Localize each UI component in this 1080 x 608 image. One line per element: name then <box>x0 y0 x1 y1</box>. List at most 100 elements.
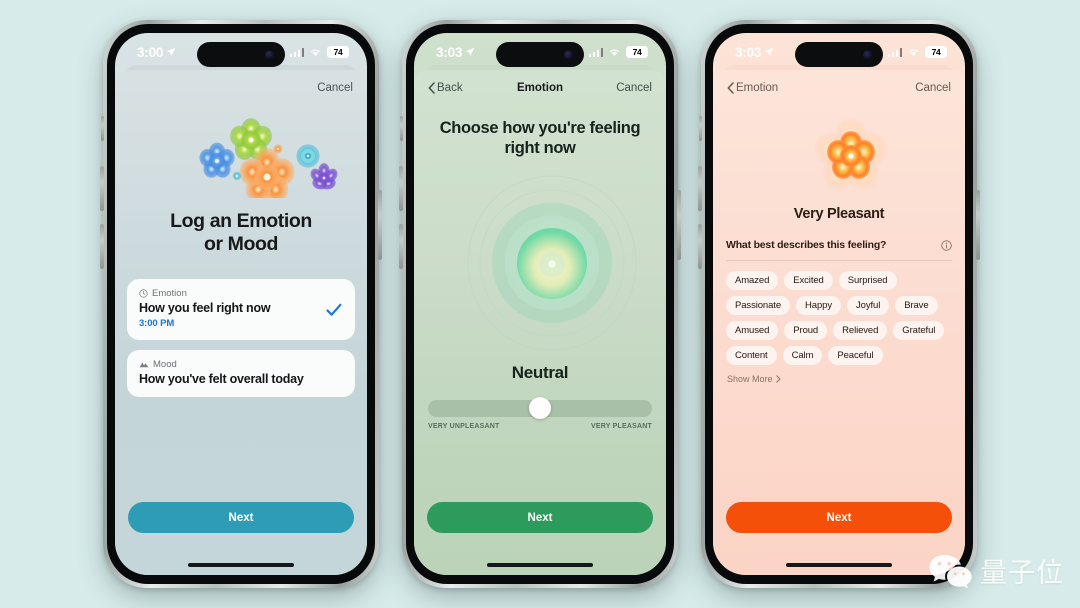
status-bar-time: 3:00 <box>137 44 164 60</box>
card-title: How you've felt overall today <box>139 372 304 386</box>
prompt-line1: Choose how you're feeling <box>439 119 641 137</box>
modal-sheet: Back Emotion Cancel Choose how you're fe… <box>414 70 666 575</box>
card-label-text: Emotion <box>152 288 187 299</box>
back-button-label: Back <box>437 82 463 94</box>
card-label-row: Emotion <box>139 288 343 299</box>
back-button[interactable]: Back <box>428 82 463 94</box>
flower-svg <box>814 117 888 191</box>
mood-value-label: Neutral <box>511 362 569 382</box>
cellular-signal-icon <box>588 47 603 57</box>
chevron-left-icon <box>428 82 435 94</box>
wifi-icon <box>909 49 918 56</box>
page-title-line1: Log an Emotion <box>170 210 312 232</box>
front-camera <box>265 50 274 59</box>
power-button[interactable] <box>378 190 382 260</box>
chevron-left-icon <box>727 82 734 94</box>
home-indicator[interactable] <box>188 562 294 567</box>
phone-bezel: 3:03 74 <box>705 24 973 584</box>
page-title-line2: or Mood <box>203 233 279 255</box>
status-bar-indicators: 74 <box>289 46 349 58</box>
volume-down-button[interactable] <box>100 224 104 269</box>
show-more-button[interactable]: Show More <box>727 374 965 384</box>
emotion-chip[interactable]: Content <box>726 346 777 365</box>
clock-icon <box>139 289 148 298</box>
back-button[interactable]: Emotion <box>727 82 778 94</box>
list-item-emotion[interactable]: Emotion How you feel right now 3:00 PM <box>127 279 355 340</box>
chevron-right-icon <box>775 375 781 383</box>
wifi-icon <box>311 49 320 56</box>
watermark: 量子位 <box>927 551 1064 590</box>
silent-switch[interactable] <box>699 116 702 141</box>
emotion-flower-cluster-illustration <box>115 114 367 204</box>
sheet-navbar: Emotion Cancel <box>713 70 965 106</box>
watermark-text: 量子位 <box>980 558 1064 589</box>
pleasantness-slider[interactable]: VERY UNPLEASANT VERY PLEASANT <box>428 397 652 430</box>
phone-screen: 3:03 74 <box>713 33 965 575</box>
modal-sheet: Emotion Cancel Very Pleasant What best d… <box>713 70 965 575</box>
card-label-row: Mood <box>139 359 343 370</box>
power-button[interactable] <box>976 190 980 260</box>
emotion-chip[interactable]: Excited <box>784 271 833 290</box>
log-type-list: Emotion How you feel right now 3:00 PM M… <box>127 279 355 397</box>
sheet-navbar: Cancel <box>115 70 367 106</box>
home-indicator[interactable] <box>786 562 892 567</box>
pleasantness-label: Very Pleasant <box>793 206 885 222</box>
cancel-button[interactable]: Cancel <box>616 82 652 94</box>
volume-up-button[interactable] <box>698 166 702 211</box>
wechat-icon <box>929 554 972 588</box>
volume-down-button[interactable] <box>399 224 403 269</box>
emotion-chip[interactable]: Proud <box>784 321 828 340</box>
prompt-text: Choose how you're feeling right now <box>436 119 644 159</box>
flower-cluster-svg <box>199 118 338 204</box>
emotion-chip[interactable]: Grateful <box>893 321 945 340</box>
cancel-button[interactable]: Cancel <box>915 82 951 94</box>
battery-indicator: 74 <box>626 46 648 58</box>
slider-labels: VERY UNPLEASANT VERY PLEASANT <box>428 423 652 430</box>
emotion-chip[interactable]: Brave <box>895 296 938 315</box>
cellular-signal-icon <box>289 47 304 57</box>
next-button[interactable]: Next <box>427 502 653 533</box>
list-item-mood[interactable]: Mood How you've felt overall today <box>127 350 355 397</box>
volume-up-button[interactable] <box>100 166 104 211</box>
info-icon[interactable] <box>941 239 952 251</box>
mountains-icon <box>139 362 149 368</box>
home-indicator[interactable] <box>487 562 593 567</box>
phone-bezel: 3:00 74 Cancel Log an Emotion or Mood Em… <box>107 24 375 584</box>
emotion-chip[interactable]: Surprised <box>838 271 897 290</box>
volume-up-button[interactable] <box>399 166 403 211</box>
cancel-button[interactable]: Cancel <box>317 82 353 94</box>
slider-track[interactable] <box>428 397 652 420</box>
volume-down-button[interactable] <box>698 224 702 269</box>
status-bar-indicators: 74 <box>887 46 947 58</box>
silent-switch[interactable] <box>101 116 104 141</box>
emotion-chip[interactable]: Happy <box>796 296 841 315</box>
emotion-chip[interactable]: Amazed <box>726 271 779 290</box>
page-title: Log an Emotion or Mood <box>115 210 367 256</box>
very-pleasant-flower-illustration <box>713 112 965 200</box>
emotion-chip[interactable]: Passionate <box>726 296 791 315</box>
emotion-chip[interactable]: Peaceful <box>828 346 883 365</box>
emotion-chip[interactable]: Calm <box>782 346 823 365</box>
status-bar-time-group: 3:00 <box>137 45 176 60</box>
dynamic-island <box>496 42 584 67</box>
emotion-chip[interactable]: Amused <box>726 321 779 340</box>
status-bar-time-group: 3:03 <box>735 45 774 60</box>
emotion-chip[interactable]: Joyful <box>846 296 890 315</box>
emotion-chip[interactable]: Relieved <box>833 321 888 340</box>
next-button[interactable]: Next <box>128 502 354 533</box>
slider-knob[interactable] <box>529 397 551 420</box>
power-button[interactable] <box>677 190 681 260</box>
wifi-icon <box>610 49 619 56</box>
modal-sheet: Cancel Log an Emotion or Mood Emotion Ho… <box>115 70 367 575</box>
mood-orb-svg <box>467 175 637 351</box>
prompt-line2: right now <box>504 138 576 157</box>
silent-switch[interactable] <box>400 116 403 141</box>
describe-question-row: What best describes this feeling? <box>726 239 952 261</box>
battery-indicator: 74 <box>925 46 947 58</box>
phone-screen: 3:00 74 Cancel Log an Emotion or Mood Em… <box>115 33 367 575</box>
sheet-stack: Back Emotion Cancel Choose how you're fe… <box>414 65 666 575</box>
phone-choose-feeling: 3:03 74 Back Emotion Cancel Choose how y… <box>399 20 681 588</box>
next-button[interactable]: Next <box>726 502 952 533</box>
location-arrow-icon <box>765 47 774 56</box>
front-camera <box>564 50 573 59</box>
